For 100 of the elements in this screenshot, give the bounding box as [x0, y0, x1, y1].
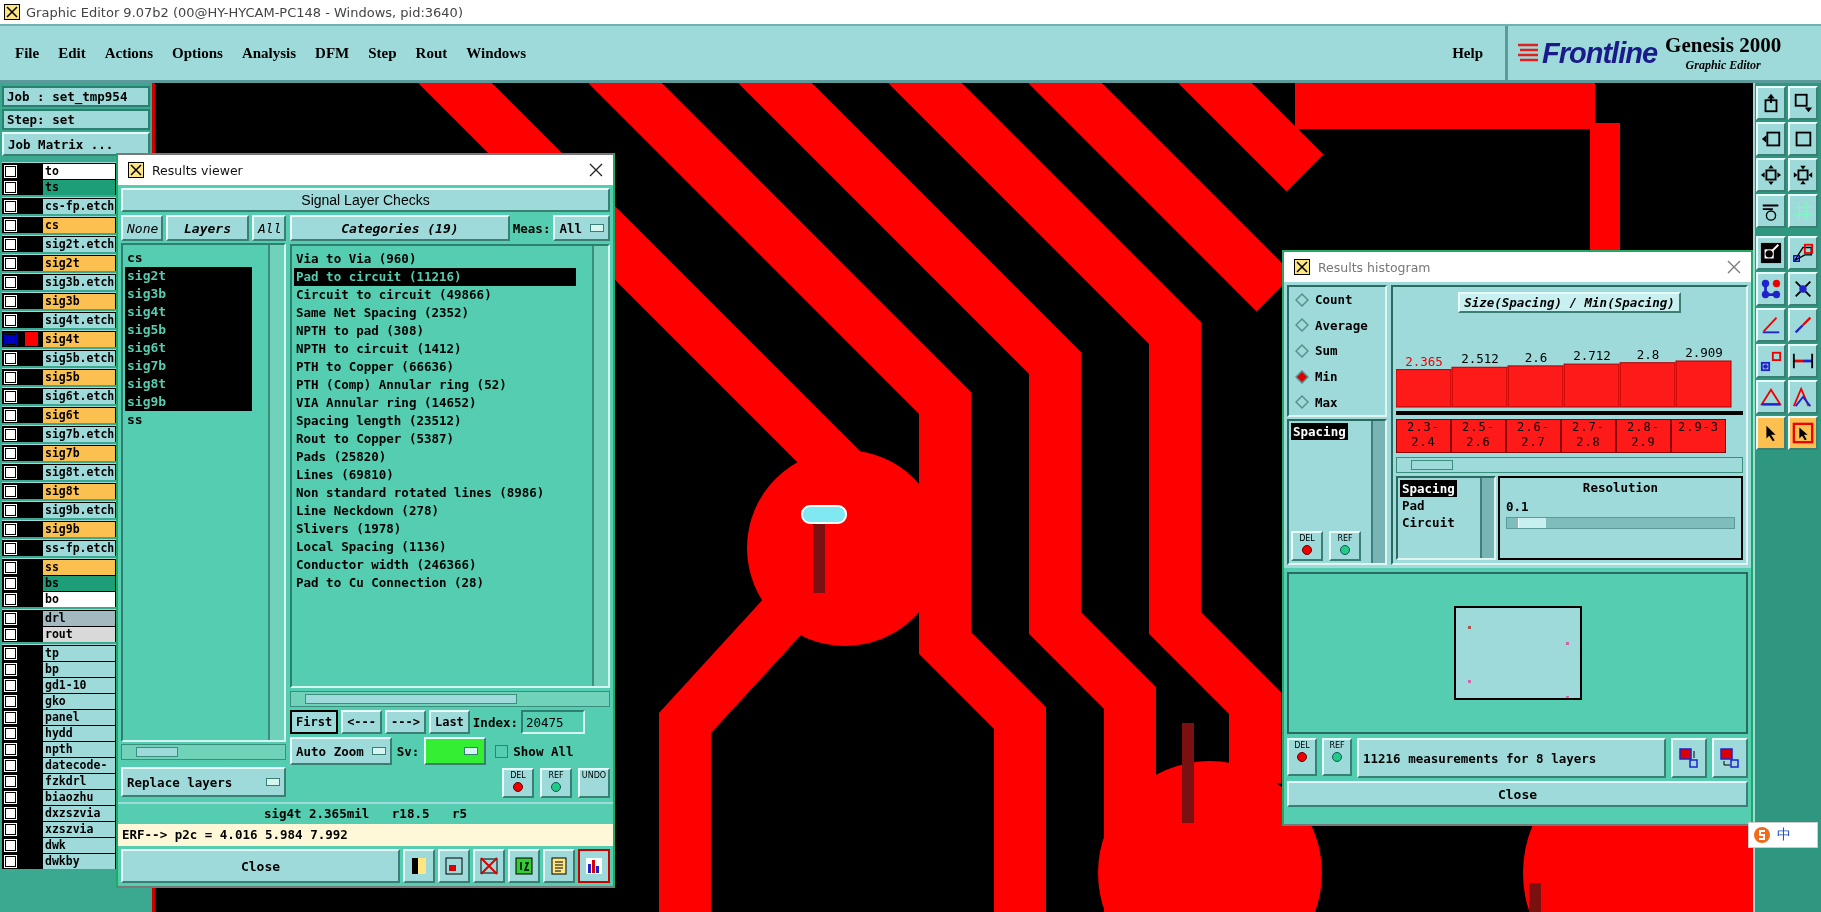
layer-name[interactable]: sig2t	[43, 255, 115, 271]
radio-button[interactable]	[1295, 369, 1309, 384]
radio-button[interactable]	[1295, 292, 1309, 307]
layer-name[interactable]: dxzszvia	[43, 805, 115, 821]
toolbar-button[interactable]	[1712, 738, 1748, 778]
layer-checkbox[interactable]	[5, 333, 16, 345]
action-button[interactable]: DEL	[502, 768, 534, 798]
tool-button[interactable]	[1788, 272, 1818, 306]
last-button[interactable]: Last	[428, 710, 470, 734]
layer-checkbox[interactable]	[5, 679, 16, 691]
action-button[interactable]: REF	[1322, 738, 1352, 776]
help-menu[interactable]: Help	[1452, 44, 1483, 62]
layer-checkbox[interactable]	[5, 466, 16, 478]
tool-button[interactable]	[1788, 308, 1818, 342]
category-item[interactable]: Non standard rotated lines (8986)	[294, 484, 590, 502]
layer-item[interactable]: sig9b	[125, 393, 252, 411]
category-item[interactable]: Circuit to circuit (49866)	[294, 286, 590, 304]
layer-checkbox[interactable]	[5, 695, 16, 707]
layer-checkbox[interactable]	[5, 663, 16, 675]
layers-button[interactable]: Layers	[166, 215, 249, 241]
layer-name[interactable]: sig2t.etch	[43, 236, 115, 252]
radio-button[interactable]	[1295, 395, 1309, 410]
tool-button[interactable]	[1788, 344, 1818, 378]
layer-checkbox[interactable]	[5, 542, 16, 554]
layer-name[interactable]: sig9b	[43, 521, 115, 537]
layer-name[interactable]: bo	[43, 591, 115, 607]
category-item[interactable]: Pad to Cu Connection (28)	[294, 574, 590, 592]
layer-name[interactable]: rout	[43, 626, 115, 642]
layer-name[interactable]: biaozhu	[43, 789, 115, 805]
select-all-button[interactable]: All	[252, 215, 286, 241]
field-item[interactable]: Pad	[1400, 497, 1427, 514]
layer-name[interactable]: dwkby	[43, 853, 115, 869]
category-item[interactable]: Slivers (1978)	[294, 520, 590, 538]
tool-button[interactable]	[1788, 122, 1818, 156]
layer-item[interactable]: sig3b	[125, 285, 252, 303]
close-button[interactable]: Close	[1287, 781, 1748, 807]
category-item[interactable]: Lines (69810)	[294, 466, 590, 484]
vertical-scrollbar[interactable]	[268, 245, 284, 740]
zoom-mode-dropdown[interactable]: Auto Zoom	[290, 737, 392, 765]
field-item[interactable]: Circuit	[1400, 514, 1457, 531]
layer-item[interactable]: sig7b	[125, 357, 252, 375]
index-field[interactable]: 20475	[521, 710, 585, 734]
category-item[interactable]: Via to Via (960)	[294, 250, 590, 268]
layer-name[interactable]: bs	[43, 575, 115, 591]
histogram-button[interactable]	[578, 849, 610, 883]
layer-checkbox[interactable]	[5, 775, 16, 787]
toolbar-button[interactable]	[508, 849, 540, 883]
layer-checkbox[interactable]	[5, 485, 16, 497]
layer-name[interactable]: sig3b	[43, 293, 115, 309]
vertical-scrollbar[interactable]	[1480, 478, 1494, 558]
menu-item[interactable]: Analysis	[241, 44, 297, 62]
horizontal-scrollbar[interactable]	[1396, 457, 1743, 473]
category-item[interactable]: NPTH to pad (308)	[294, 322, 590, 340]
layer-name[interactable]: sig6t.etch	[43, 388, 115, 404]
layer-checkbox[interactable]	[5, 743, 16, 755]
horizontal-scrollbar[interactable]	[290, 691, 610, 707]
category-item[interactable]: Pad to circuit (11216)	[294, 268, 576, 286]
layer-checkbox[interactable]	[5, 577, 16, 589]
layer-name[interactable]: datecode-	[43, 757, 115, 773]
layer-checkbox[interactable]	[5, 807, 16, 819]
layer-checkbox[interactable]	[5, 523, 16, 535]
layer-checkbox[interactable]	[5, 295, 16, 307]
layer-name[interactable]: ts	[43, 179, 115, 195]
layer-name[interactable]: npth	[43, 741, 115, 757]
layer-name[interactable]: panel	[43, 709, 115, 725]
tool-button[interactable]	[1788, 86, 1818, 120]
layer-checkbox[interactable]	[5, 593, 16, 605]
layer-item[interactable]: sig5b	[125, 321, 252, 339]
layer-name[interactable]: sig6t	[43, 407, 115, 423]
layer-name[interactable]: sig7b.etch	[43, 426, 115, 442]
layer-item[interactable]: sig4t	[125, 303, 252, 321]
layer-name[interactable]: ss-fp.etch	[43, 540, 115, 556]
category-item[interactable]: Local Spacing (1136)	[294, 538, 590, 556]
menu-item[interactable]: Edit	[58, 44, 86, 62]
category-item[interactable]: Same Net Spacing (2352)	[294, 304, 590, 322]
menu-item[interactable]: Step	[368, 44, 397, 62]
menu-item[interactable]: Rout	[415, 44, 448, 62]
menu-item[interactable]: Options	[172, 44, 223, 62]
layer-name[interactable]: sig5b	[43, 369, 115, 385]
replace-layers-dropdown[interactable]: Replace layers	[121, 767, 286, 797]
layer-checkbox[interactable]	[5, 200, 16, 212]
layer-name[interactable]: gko	[43, 693, 115, 709]
layer-name[interactable]: sig8t	[43, 483, 115, 499]
layer-name[interactable]: dwk	[43, 837, 115, 853]
menu-item[interactable]: Actions	[104, 44, 153, 62]
layer-name[interactable]: drl	[43, 610, 115, 626]
category-item[interactable]: Rout to Copper (5387)	[294, 430, 590, 448]
layer-checkbox[interactable]	[5, 759, 16, 771]
category-item[interactable]: Pads (25820)	[294, 448, 590, 466]
input-mode-label[interactable]: 中	[1777, 826, 1791, 844]
tool-button[interactable]	[1756, 194, 1786, 228]
layer-item[interactable]: ss	[125, 411, 266, 429]
tool-button[interactable]	[1756, 236, 1786, 270]
layer-checkbox[interactable]	[5, 352, 16, 364]
layer-checkbox[interactable]	[5, 447, 16, 459]
field-item[interactable]: Spacing	[1400, 480, 1457, 497]
categories-button[interactable]: Categories (19)	[290, 215, 510, 241]
layer-checkbox[interactable]	[5, 409, 16, 421]
layer-checkbox[interactable]	[5, 257, 16, 269]
layer-name[interactable]: sig4t	[43, 331, 115, 347]
